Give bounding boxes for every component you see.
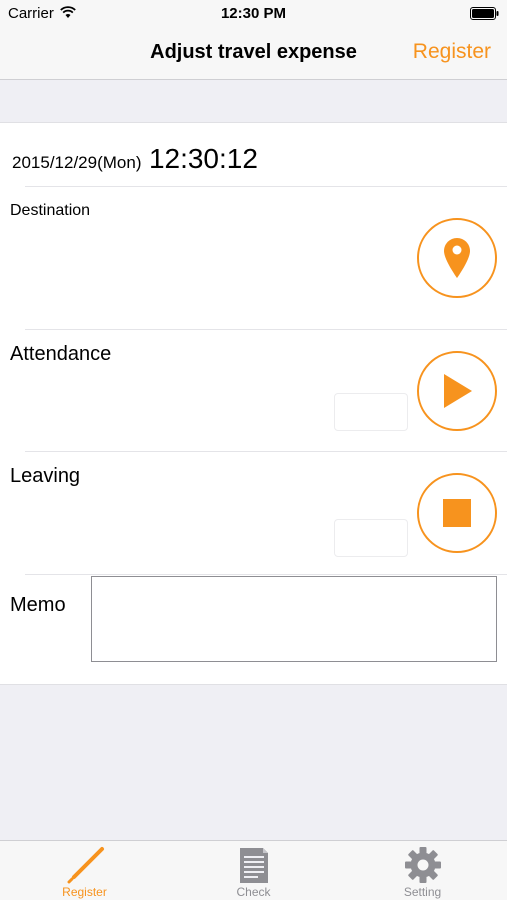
tab-register[interactable]: Register: [0, 841, 169, 900]
gear-icon: [404, 847, 441, 883]
memo-input[interactable]: [91, 576, 497, 662]
status-bar: Carrier 12:30 PM: [0, 0, 507, 28]
pencil-icon: [67, 847, 104, 884]
divider: [25, 329, 507, 330]
tab-setting-label: Setting: [403, 885, 442, 899]
current-date: 2015/12/29(Mon): [12, 153, 142, 172]
stop-icon: [443, 499, 471, 527]
tab-register-label: Register: [62, 885, 107, 899]
start-button[interactable]: [417, 351, 497, 431]
memo-label: Memo: [10, 594, 66, 616]
tab-bar: Register Check Setting: [0, 840, 507, 900]
stop-button[interactable]: [417, 473, 497, 553]
map-pin-icon: [444, 238, 470, 278]
play-icon: [444, 374, 472, 408]
tab-check-label: Check: [236, 885, 271, 899]
navigation-bar: Adjust travel expense Register: [0, 28, 507, 80]
leaving-label: Leaving: [10, 465, 81, 487]
current-clock: 12:30:12: [148, 143, 258, 174]
current-datetime: 2015/12/29(Mon) 12:30:12: [12, 143, 258, 175]
location-button[interactable]: [417, 218, 497, 298]
divider: [25, 574, 507, 575]
document-icon: [239, 848, 268, 883]
divider: [25, 186, 507, 187]
destination-label: Destination: [10, 202, 91, 219]
app-screen: Carrier 12:30 PM Adjust travel expense R…: [0, 0, 507, 900]
register-button[interactable]: Register: [413, 40, 491, 64]
expense-form: 2015/12/29(Mon) 12:30:12 Destination Att…: [0, 122, 507, 685]
tab-setting[interactable]: Setting: [338, 841, 507, 900]
attendance-field[interactable]: [334, 393, 408, 431]
divider: [25, 451, 507, 452]
status-time: 12:30 PM: [220, 5, 287, 22]
leaving-field[interactable]: [334, 519, 408, 557]
battery-icon: [470, 7, 499, 20]
attendance-label: Attendance: [10, 343, 112, 365]
tab-check[interactable]: Check: [169, 841, 338, 900]
